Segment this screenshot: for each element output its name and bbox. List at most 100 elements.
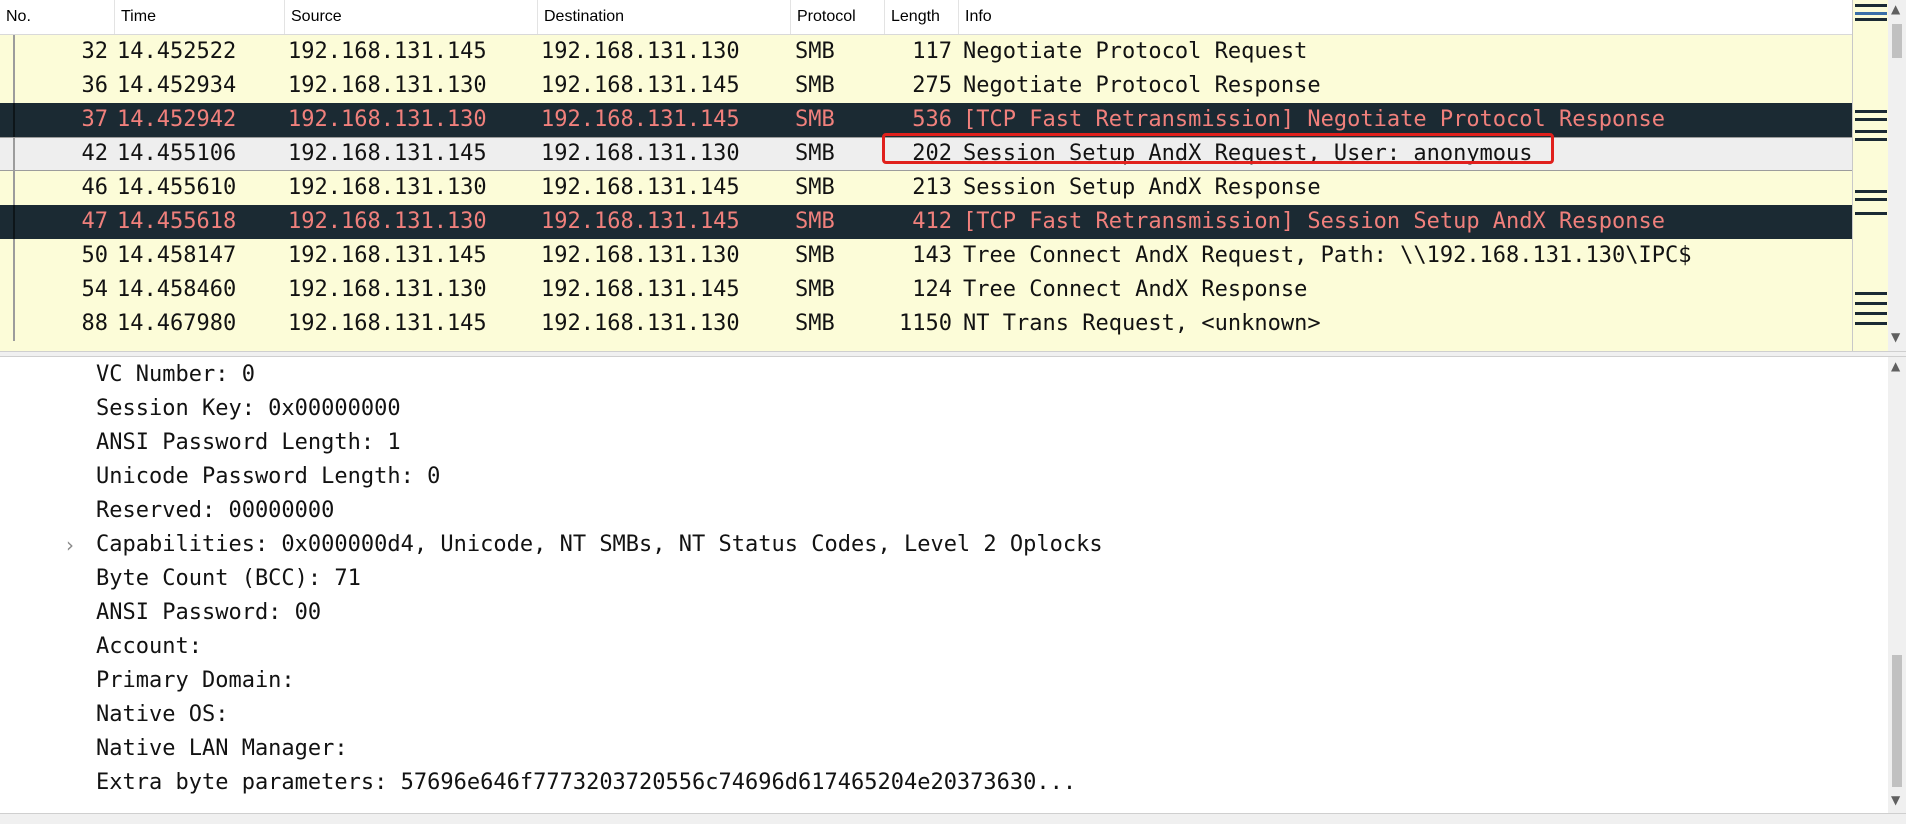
packet-row[interactable]: 36 14.452934 192.168.131.130 192.168.131.14… — [0, 69, 1852, 103]
packet-info-cell: [TCP Fast Retransmission] Session Setup … — [963, 209, 1665, 234]
detail-field[interactable]: Native OS: — [96, 698, 228, 732]
packet-time-cell: 14.455618 — [117, 209, 237, 234]
packet-info-cell: Tree Connect AndX Response — [963, 277, 1308, 302]
packet-protocol-cell: SMB — [795, 141, 835, 166]
column-header-source[interactable]: Source — [284, 0, 537, 34]
minimap-mark — [1855, 18, 1887, 21]
scrollbar-thumb[interactable] — [1892, 655, 1902, 787]
scroll-up-arrow-icon[interactable]: ▲ — [1891, 359, 1900, 373]
packet-details-pane: VC Number: 0 Session Key: 0x00000000 ANSI … — [0, 357, 1888, 813]
packet-row[interactable]: 50 14.458147 192.168.131.145 192.168.131.13… — [0, 239, 1852, 273]
packet-no-cell: 36 — [81, 73, 109, 98]
packet-time-cell: 14.458147 — [117, 243, 237, 268]
packet-info-cell: Tree Connect AndX Request, Path: \\192.1… — [963, 243, 1692, 268]
packet-time-cell: 14.455106 — [117, 141, 237, 166]
packet-minimap[interactable] — [1852, 0, 1889, 351]
packet-info-cell: Session Setup AndX Response — [963, 175, 1321, 200]
packet-protocol-cell: SMB — [795, 243, 835, 268]
column-header-time[interactable]: Time — [114, 0, 284, 34]
packet-length-cell: 1150 — [899, 311, 952, 336]
packet-source-cell: 192.168.131.130 — [288, 73, 487, 98]
detail-field[interactable]: Reserved: 00000000 — [96, 494, 334, 528]
packet-row[interactable]: 46 14.455610 192.168.131.130 192.168.131.14… — [0, 171, 1852, 205]
details-scrollbar[interactable]: ▲ ▼ — [1888, 357, 1906, 813]
packet-protocol-cell: SMB — [795, 107, 835, 132]
packet-time-cell: 14.452934 — [117, 73, 237, 98]
column-header-protocol[interactable]: Protocol — [790, 0, 884, 34]
detail-field[interactable]: Primary Domain: — [96, 664, 295, 698]
detail-field[interactable]: Session Key: 0x00000000 — [96, 392, 401, 426]
packet-source-cell: 192.168.131.145 — [288, 39, 487, 64]
packet-length-cell: 213 — [912, 175, 952, 200]
packet-source-cell: 192.168.131.130 — [288, 277, 487, 302]
packet-no-cell: 47 — [81, 209, 109, 234]
packet-destination-cell: 192.168.131.130 — [541, 39, 740, 64]
packet-info-cell: Negotiate Protocol Request — [963, 39, 1308, 64]
packet-no-cell: 32 — [81, 39, 109, 64]
packet-protocol-cell: SMB — [795, 311, 835, 336]
minimap-mark — [1855, 138, 1887, 141]
packet-list-scrollbar[interactable]: ▲ ▼ — [1888, 0, 1906, 351]
detail-field[interactable]: ANSI Password: 00 — [96, 596, 321, 630]
packet-row[interactable]: 37 14.452942 192.168.131.130 192.168.131.14… — [0, 103, 1852, 137]
minimap-mark — [1855, 4, 1887, 7]
packet-protocol-cell: SMB — [795, 39, 835, 64]
packet-time-cell: 14.455610 — [117, 175, 237, 200]
column-header-length[interactable]: Length — [884, 0, 958, 34]
chevron-right-icon[interactable]: › — [66, 533, 74, 557]
packet-row[interactable]: 88 14.467980 192.168.131.145 192.168.131.13… — [0, 307, 1852, 341]
packet-destination-cell: 192.168.131.145 — [541, 73, 740, 98]
minimap-mark — [1855, 312, 1887, 315]
packet-source-cell: 192.168.131.130 — [288, 209, 487, 234]
horizontal-scrollbar[interactable] — [0, 813, 1906, 824]
annotation-highlight-box — [882, 133, 1554, 164]
scroll-down-arrow-icon[interactable]: ▼ — [1891, 793, 1900, 807]
detail-field[interactable]: Unicode Password Length: 0 — [96, 460, 440, 494]
detail-field[interactable]: VC Number: 0 — [96, 358, 255, 392]
scrollbar-thumb[interactable] — [1892, 24, 1902, 58]
detail-field[interactable]: Extra byte parameters: 57696e646f7773203… — [96, 766, 1076, 800]
packet-row-partial[interactable] — [0, 341, 1852, 351]
column-header-no[interactable]: No. — [0, 0, 114, 34]
detail-field[interactable]: ANSI Password Length: 1 — [96, 426, 401, 460]
detail-field[interactable]: Account: — [96, 630, 202, 664]
packet-destination-cell: 192.168.131.145 — [541, 107, 740, 132]
detail-field[interactable]: Byte Count (BCC): 71 — [96, 562, 361, 596]
packet-rows: 32 14.452522 192.168.131.145 192.168.131.13… — [0, 35, 1852, 351]
packet-length-cell: 275 — [912, 73, 952, 98]
packet-source-cell: 192.168.131.130 — [288, 175, 487, 200]
packet-no-cell: 88 — [81, 311, 109, 336]
packet-destination-cell: 192.168.131.145 — [541, 175, 740, 200]
packet-list-pane: No. Time Source Destination Protocol Len… — [0, 0, 1906, 351]
minimap-mark — [1855, 118, 1887, 121]
packet-time-cell: 14.467980 — [117, 311, 237, 336]
column-header-info[interactable]: Info — [958, 0, 1852, 34]
scroll-up-arrow-icon[interactable]: ▲ — [1891, 2, 1900, 16]
packet-info-cell: NT Trans Request, <unknown> — [963, 311, 1321, 336]
packet-destination-cell: 192.168.131.130 — [541, 243, 740, 268]
minimap-mark — [1855, 110, 1887, 113]
detail-field[interactable]: Capabilities: 0x000000d4, Unicode, NT SM… — [96, 528, 1103, 562]
packet-destination-cell: 192.168.131.130 — [541, 311, 740, 336]
minimap-mark — [1855, 130, 1887, 133]
packet-time-cell: 14.452522 — [117, 39, 237, 64]
packet-source-cell: 192.168.131.145 — [288, 243, 487, 268]
packet-no-cell: 37 — [81, 107, 109, 132]
packet-info-cell: [TCP Fast Retransmission] Negotiate Prot… — [963, 107, 1665, 132]
packet-row[interactable]: 32 14.452522 192.168.131.145 192.168.131.13… — [0, 35, 1852, 69]
packet-no-cell: 50 — [81, 243, 109, 268]
packet-time-cell: 14.452942 — [117, 107, 237, 132]
packet-length-cell: 412 — [912, 209, 952, 234]
minimap-mark — [1855, 292, 1887, 295]
packet-source-cell: 192.168.131.145 — [288, 311, 487, 336]
packet-no-cell: 42 — [81, 141, 109, 166]
minimap-mark — [1855, 322, 1887, 325]
column-header-destination[interactable]: Destination — [537, 0, 790, 34]
packet-source-cell: 192.168.131.145 — [288, 141, 487, 166]
detail-field[interactable]: Native LAN Manager: — [96, 732, 348, 766]
packet-row[interactable]: 54 14.458460 192.168.131.130 192.168.131.14… — [0, 273, 1852, 307]
minimap-mark — [1855, 212, 1887, 215]
packet-destination-cell: 192.168.131.145 — [541, 209, 740, 234]
scroll-down-arrow-icon[interactable]: ▼ — [1891, 330, 1900, 344]
packet-row[interactable]: 47 14.455618 192.168.131.130 192.168.131.14… — [0, 205, 1852, 239]
